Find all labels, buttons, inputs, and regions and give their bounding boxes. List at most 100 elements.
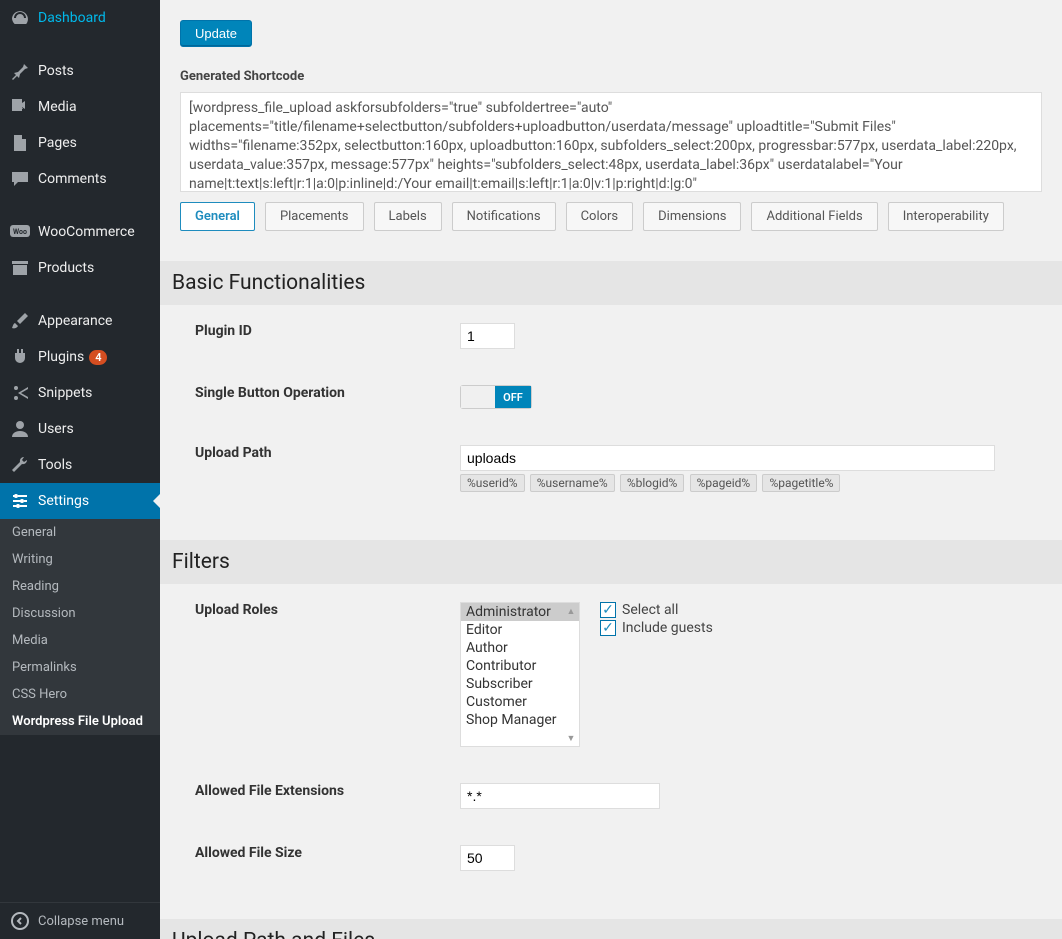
scissors-icon (10, 383, 30, 403)
allowed-ext-input[interactable] (460, 783, 660, 809)
settings-tabs: General Placements Labels Notifications … (180, 202, 1042, 231)
collapse-icon (10, 911, 30, 931)
sidebar-item-label: Media (38, 99, 77, 115)
tab-general[interactable]: General (180, 202, 255, 231)
sidebar-item-label: Dashboard (38, 10, 106, 26)
allowed-size-input[interactable] (460, 845, 515, 871)
main-content: Update Generated Shortcode [wordpress_fi… (160, 0, 1062, 939)
sidebar-item-settings[interactable]: Settings (0, 483, 160, 519)
upload-roles-listbox[interactable]: Administrator Editor Author Contributor … (460, 602, 580, 747)
sidebar-item-label: Products (38, 260, 94, 276)
sidebar-item-appearance[interactable]: Appearance (0, 303, 160, 339)
role-option[interactable]: Contributor (461, 657, 579, 675)
role-option[interactable]: Customer (461, 693, 579, 711)
sidebar-item-plugins[interactable]: Plugins 4 (0, 339, 160, 375)
row-allowed-extensions: Allowed File Extensions (180, 765, 1042, 827)
sidebar-item-label: WooCommerce (38, 224, 135, 240)
role-option[interactable]: Subscriber (461, 675, 579, 693)
sidebar-item-label: Snippets (38, 385, 92, 401)
media-icon (10, 97, 30, 117)
toggle-state-label: OFF (495, 386, 531, 408)
brush-icon (10, 311, 30, 331)
tab-interoperability[interactable]: Interoperability (888, 202, 1004, 231)
tag-username[interactable]: %username% (530, 474, 615, 492)
sidebar-item-tools[interactable]: Tools (0, 447, 160, 483)
toggle-knob (461, 386, 497, 408)
upload-path-label: Upload Path (180, 445, 460, 461)
woo-icon: Woo (10, 222, 30, 242)
chevron-up-icon[interactable]: ▲ (565, 605, 577, 617)
submenu-media[interactable]: Media (0, 627, 160, 654)
submenu-permalinks[interactable]: Permalinks (0, 654, 160, 681)
plugin-id-input[interactable] (460, 323, 515, 349)
comment-icon (10, 169, 30, 189)
include-guests-checkbox[interactable]: ✓ (600, 620, 616, 636)
sidebar-item-users[interactable]: Users (0, 411, 160, 447)
sidebar-item-label: Pages (38, 135, 77, 151)
row-single-button: Single Button Operation OFF (180, 367, 1042, 427)
update-button[interactable]: Update (180, 20, 252, 47)
role-option[interactable]: Shop Manager (461, 711, 579, 729)
sidebar-item-label: Users (38, 421, 74, 437)
sidebar-item-dashboard[interactable]: Dashboard (0, 0, 160, 36)
sidebar-item-media[interactable]: Media (0, 89, 160, 125)
row-upload-path: Upload Path %userid% %username% %blogid%… (180, 427, 1042, 510)
tab-additional-fields[interactable]: Additional Fields (751, 202, 877, 231)
section-upload-path-files: Upload Path and Files (160, 919, 1062, 939)
svg-text:Woo: Woo (13, 228, 27, 236)
submenu-discussion[interactable]: Discussion (0, 600, 160, 627)
tab-labels[interactable]: Labels (374, 202, 442, 231)
upload-path-input[interactable] (460, 445, 995, 471)
section-basic-functionalities: Basic Functionalities (160, 261, 1062, 305)
dashboard-icon (10, 8, 30, 28)
role-option[interactable]: Author (461, 639, 579, 657)
select-all-checkbox[interactable]: ✓ (600, 602, 616, 618)
sidebar-item-woocommerce[interactable]: Woo WooCommerce (0, 214, 160, 250)
plugin-id-label: Plugin ID (180, 323, 460, 339)
user-icon (10, 419, 30, 439)
generated-shortcode-label: Generated Shortcode (180, 69, 1042, 84)
collapse-menu-button[interactable]: Collapse menu (0, 902, 160, 939)
upload-roles-label: Upload Roles (180, 602, 460, 618)
wrench-icon (10, 455, 30, 475)
select-all-label: Select all (622, 602, 678, 618)
chevron-down-icon[interactable]: ▼ (565, 732, 577, 744)
row-plugin-id: Plugin ID (180, 305, 1042, 367)
submenu-reading[interactable]: Reading (0, 573, 160, 600)
allowed-size-label: Allowed File Size (180, 845, 460, 861)
sidebar-item-pages[interactable]: Pages (0, 125, 160, 161)
row-allowed-size: Allowed File Size (180, 827, 1042, 889)
settings-submenu: General Writing Reading Discussion Media… (0, 519, 160, 735)
sidebar-item-label: Appearance (38, 313, 112, 329)
update-count-badge: 4 (89, 350, 107, 365)
tag-pageid[interactable]: %pageid% (690, 474, 758, 492)
sidebar-item-products[interactable]: Products (0, 250, 160, 286)
submenu-writing[interactable]: Writing (0, 546, 160, 573)
collapse-menu-label: Collapse menu (38, 914, 124, 929)
tag-blogid[interactable]: %blogid% (620, 474, 685, 492)
sidebar-item-comments[interactable]: Comments (0, 161, 160, 197)
section-filters: Filters (160, 540, 1062, 584)
role-option[interactable]: Administrator (461, 603, 579, 621)
submenu-general[interactable]: General (0, 519, 160, 546)
sidebar-item-label: Posts (38, 63, 74, 79)
include-guests-label: Include guests (622, 620, 713, 636)
tag-pagetitle[interactable]: %pagetitle% (762, 474, 840, 492)
role-option[interactable]: Editor (461, 621, 579, 639)
sidebar-item-label: Plugins (38, 349, 84, 365)
pin-icon (10, 61, 30, 81)
tag-userid[interactable]: %userid% (460, 474, 525, 492)
tab-colors[interactable]: Colors (566, 202, 634, 231)
tab-dimensions[interactable]: Dimensions (643, 202, 741, 231)
row-upload-roles: Upload Roles Administrator Editor Author… (180, 584, 1042, 765)
single-button-label: Single Button Operation (180, 385, 460, 401)
submenu-css-hero[interactable]: CSS Hero (0, 681, 160, 708)
sidebar-item-posts[interactable]: Posts (0, 53, 160, 89)
generated-shortcode-textarea[interactable]: [wordpress_file_upload askforsubfolders=… (180, 92, 1042, 192)
sidebar-item-snippets[interactable]: Snippets (0, 375, 160, 411)
tab-placements[interactable]: Placements (265, 202, 364, 231)
submenu-wp-file-upload[interactable]: Wordpress File Upload (0, 708, 160, 735)
tab-notifications[interactable]: Notifications (452, 202, 556, 231)
archive-icon (10, 258, 30, 278)
single-button-toggle[interactable]: OFF (460, 385, 532, 409)
